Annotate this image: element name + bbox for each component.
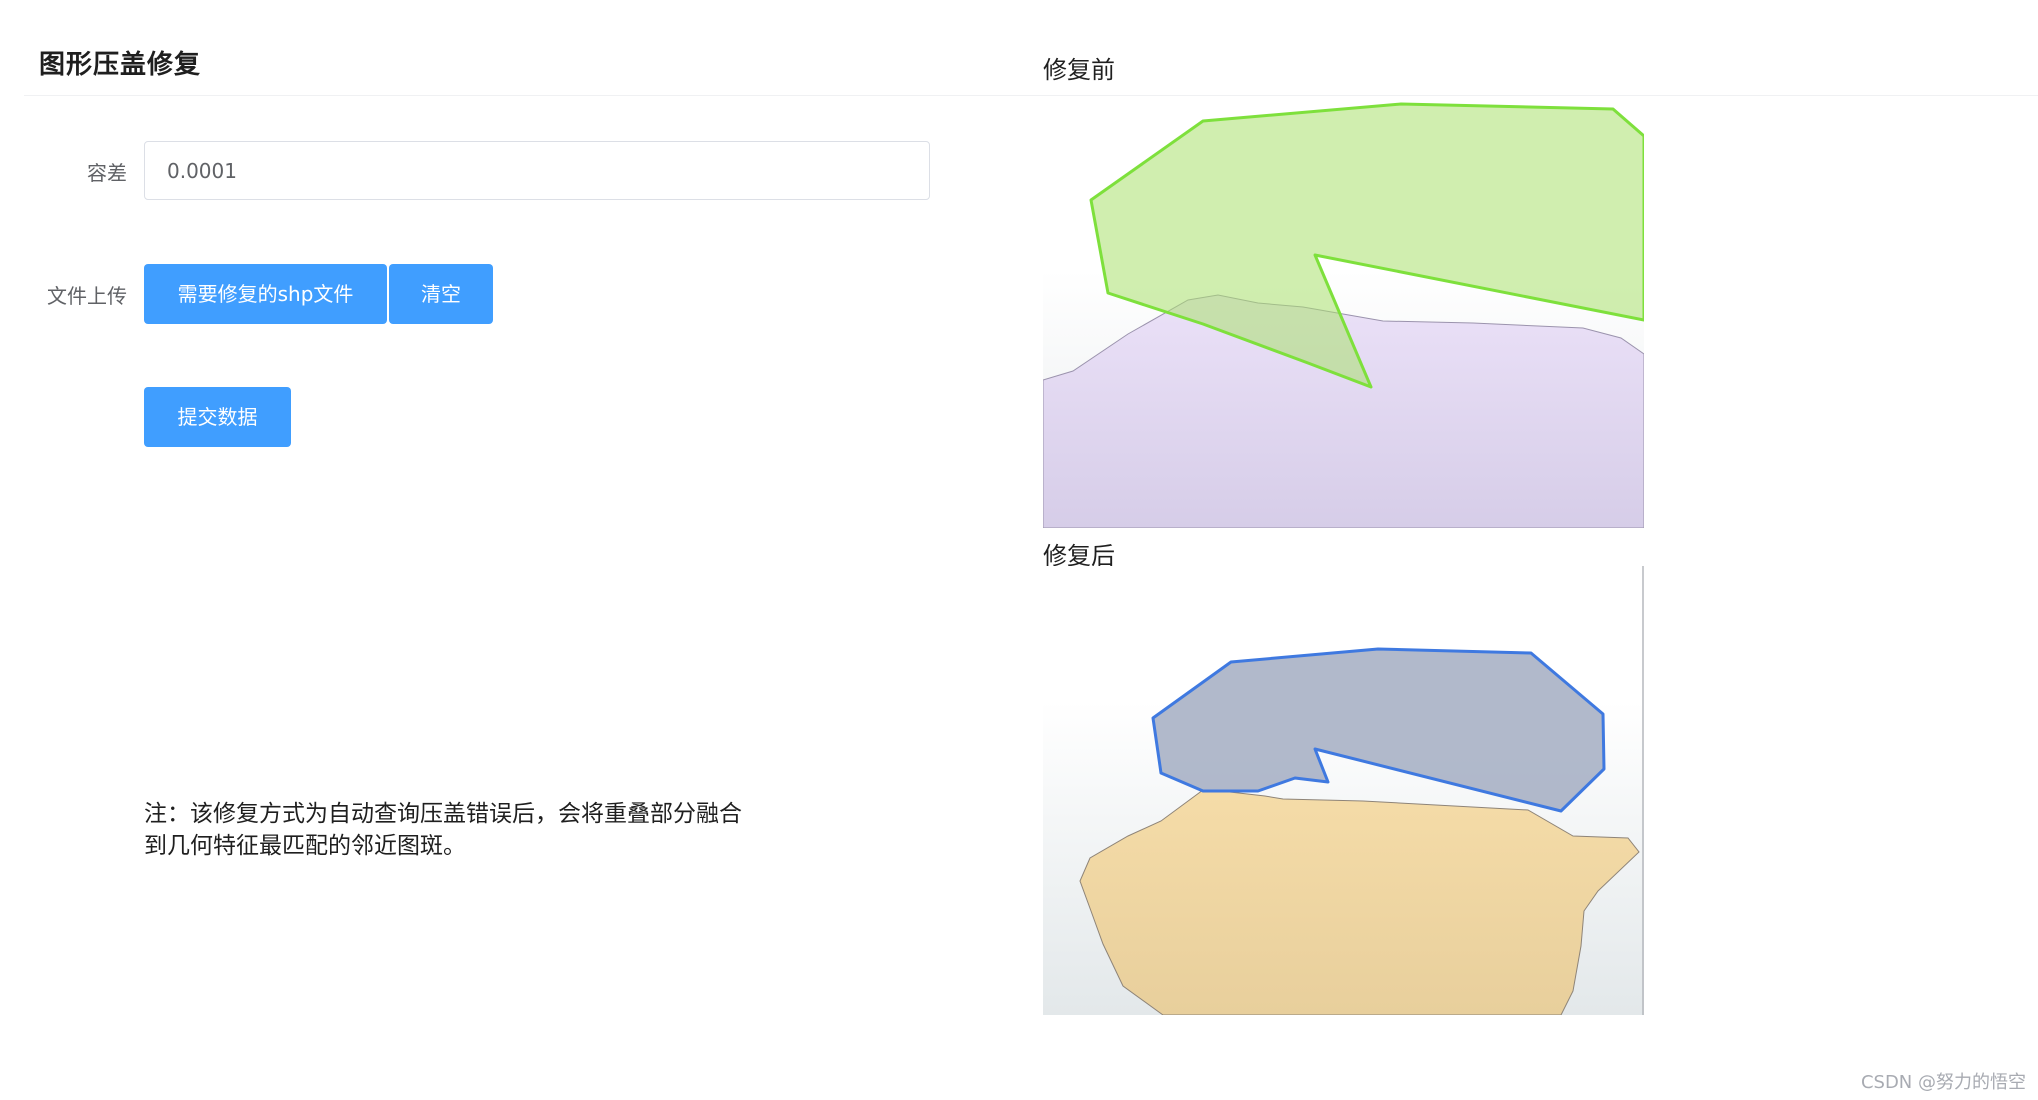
after-repair-map	[1043, 566, 1644, 1015]
watermark: CSDN @努力的悟空	[1860, 1072, 2026, 1093]
tolerance-input[interactable]	[144, 141, 930, 200]
submit-data-button[interactable]: 提交数据	[144, 387, 291, 447]
header-divider	[24, 95, 2038, 96]
before-repair-caption: 修复前	[1043, 56, 1115, 84]
clear-button[interactable]: 清空	[389, 264, 493, 324]
tolerance-label: 容差	[87, 161, 127, 185]
after-repair-map-canvas	[1043, 566, 1644, 1015]
select-shp-file-button[interactable]: 需要修复的shp文件	[144, 264, 387, 324]
page-title: 图形压盖修复	[39, 50, 202, 80]
before-repair-map-canvas	[1043, 98, 1644, 528]
repair-note: 注：该修复方式为自动查询压盖错误后，会将重叠部分融合到几何特征最匹配的邻近图斑。	[144, 801, 742, 859]
file-upload-label: 文件上传	[47, 284, 127, 308]
before-repair-map	[1043, 98, 1644, 528]
page: 图形压盖修复 容差 文件上传 需要修复的shp文件 清空 提交数据 注：该修复方…	[0, 0, 2038, 1100]
